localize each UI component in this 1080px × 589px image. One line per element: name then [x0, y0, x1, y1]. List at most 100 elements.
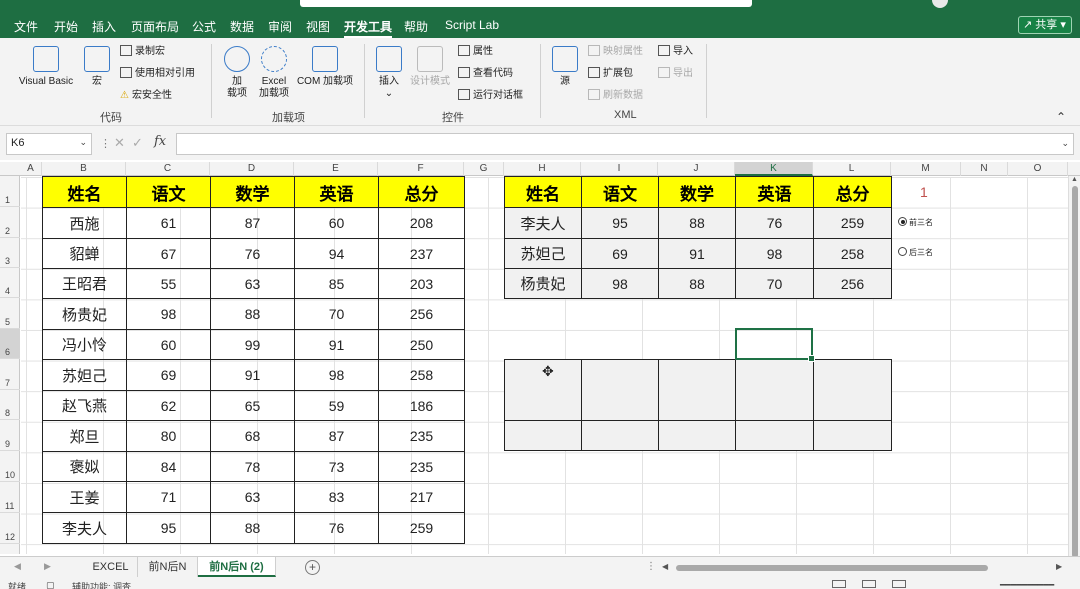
confirm-icon[interactable]: ✓	[132, 135, 143, 151]
row-header-6[interactable]: 6	[0, 329, 20, 359]
row-header-7[interactable]: 7	[0, 359, 20, 390]
row-header-8[interactable]: 8	[0, 390, 20, 420]
score-cell[interactable]: 67	[126, 238, 211, 269]
score-cell[interactable]: 98	[126, 298, 211, 330]
expansion-packs-button[interactable]: 扩展包	[588, 67, 633, 81]
add-sheet-button[interactable]: +	[305, 560, 320, 575]
column-header-cell[interactable]: 英语	[735, 176, 814, 208]
name-cell[interactable]: 褒姒	[42, 451, 127, 482]
page-layout-view-icon[interactable]	[862, 580, 876, 588]
row-header-1[interactable]: 1	[0, 176, 20, 207]
score-cell[interactable]: 69	[126, 359, 211, 391]
page-break-view-icon[interactable]	[892, 580, 906, 588]
score-cell[interactable]: 203	[378, 268, 465, 299]
insert-control-button[interactable]: 插入 ⌄	[374, 46, 404, 100]
score-cell[interactable]: 84	[126, 451, 211, 482]
score-cell[interactable]: 65	[210, 390, 295, 421]
name-cell[interactable]: 苏妲己	[504, 238, 582, 269]
column-header-o[interactable]: O	[1008, 162, 1068, 176]
name-cell[interactable]: 王昭君	[42, 268, 127, 299]
score-cell[interactable]: 256	[378, 298, 465, 330]
score-cell[interactable]: 71	[126, 481, 211, 513]
sheet-tab-topn-bottomn-2[interactable]: 前N后N (2)	[198, 557, 276, 577]
row-header-10[interactable]: 10	[0, 451, 20, 482]
score-cell[interactable]: 235	[378, 451, 465, 482]
column-header-cell[interactable]: 语文	[126, 176, 211, 208]
xml-source-button[interactable]: 源	[550, 46, 580, 88]
name-cell[interactable]: 苏妲己	[42, 359, 127, 391]
score-cell[interactable]: 88	[658, 268, 736, 299]
scroll-left-icon[interactable]: ◀	[662, 562, 668, 571]
name-cell[interactable]: 冯小怜	[42, 329, 127, 360]
score-cell[interactable]: 78	[210, 451, 295, 482]
search-box[interactable]	[300, 0, 752, 7]
account-avatar[interactable]	[932, 0, 948, 8]
chevron-down-icon[interactable]: ⌄	[79, 137, 87, 148]
menu-view[interactable]: 视图	[306, 18, 330, 35]
score-cell[interactable]: 63	[210, 268, 295, 299]
formula-input[interactable]: ⌄	[176, 133, 1074, 155]
menu-data[interactable]: 数据	[230, 18, 254, 35]
score-cell[interactable]: 237	[378, 238, 465, 269]
score-cell[interactable]: 95	[581, 207, 659, 239]
visual-basic-button[interactable]: Visual Basic	[14, 46, 78, 88]
expand-formula-icon[interactable]: ⌄	[1061, 138, 1069, 149]
score-cell[interactable]: 95	[126, 512, 211, 544]
vertical-scrollbar[interactable]: ▲	[1068, 176, 1080, 558]
row-header-5[interactable]: 5	[0, 298, 20, 329]
properties-button[interactable]: 属性	[458, 45, 493, 59]
score-cell[interactable]: 61	[126, 207, 211, 239]
normal-view-icon[interactable]	[832, 580, 846, 588]
insert-function-icon[interactable]: fx	[154, 134, 166, 149]
menu-help[interactable]: 帮助	[404, 18, 428, 35]
column-header-f[interactable]: F	[378, 162, 464, 176]
excel-addins-button[interactable]: Excel 加载项	[256, 46, 292, 100]
sheet-tab-topn-bottomn[interactable]: 前N后N	[138, 557, 198, 577]
column-header-i[interactable]: I	[581, 162, 658, 176]
score-cell[interactable]: 60	[294, 207, 379, 239]
addins-button[interactable]: 加 载项	[222, 46, 252, 100]
table-cell[interactable]	[658, 420, 736, 451]
relative-reference-button[interactable]: 使用相对引用	[120, 67, 195, 81]
column-header-cell[interactable]: 数学	[658, 176, 736, 208]
macro-security-button[interactable]: ⚠ 宏安全性	[120, 89, 172, 103]
column-header-b[interactable]: B	[42, 162, 126, 176]
name-cell[interactable]: 李夫人	[504, 207, 582, 239]
column-header-c[interactable]: C	[126, 162, 210, 176]
menu-home[interactable]: 开始	[54, 18, 78, 35]
score-cell[interactable]: 217	[378, 481, 465, 513]
name-cell[interactable]: 李夫人	[42, 512, 127, 544]
refresh-data-button[interactable]: 刷新数据	[588, 89, 643, 103]
score-cell[interactable]: 186	[378, 390, 465, 421]
score-cell[interactable]: 87	[210, 207, 295, 239]
table-cell[interactable]	[658, 359, 736, 421]
horizontal-scroll-thumb[interactable]	[676, 565, 988, 571]
view-code-button[interactable]: 查看代码	[458, 67, 513, 81]
score-cell[interactable]: 59	[294, 390, 379, 421]
score-cell[interactable]: 55	[126, 268, 211, 299]
score-cell[interactable]: 99	[210, 329, 295, 360]
column-header-n[interactable]: N	[961, 162, 1008, 176]
row-header-4[interactable]: 4	[0, 268, 20, 298]
score-cell[interactable]: 91	[294, 329, 379, 360]
score-cell[interactable]: 68	[210, 420, 295, 452]
score-cell[interactable]: 256	[813, 268, 892, 299]
row-header-2[interactable]: 2	[0, 207, 20, 238]
com-addins-button[interactable]: COM 加载项	[294, 46, 356, 88]
map-properties-button[interactable]: 映射属性	[588, 45, 643, 59]
row-header-9[interactable]: 9	[0, 420, 20, 451]
table-cell[interactable]	[813, 420, 892, 451]
score-cell[interactable]: 259	[813, 207, 892, 239]
radio-bottom-three[interactable]: 后三名	[898, 247, 933, 258]
column-header-k[interactable]: K	[735, 162, 813, 176]
next-sheet-icon[interactable]: ▶	[44, 561, 51, 572]
score-cell[interactable]: 70	[735, 268, 814, 299]
score-cell[interactable]: 88	[210, 298, 295, 330]
column-header-cell[interactable]: 总分	[813, 176, 892, 208]
name-cell[interactable]: 杨贵妃	[42, 298, 127, 330]
score-cell[interactable]: 94	[294, 238, 379, 269]
table-cell[interactable]	[735, 359, 814, 421]
column-header-cell[interactable]: 姓名	[42, 176, 127, 208]
score-cell[interactable]: 98	[294, 359, 379, 391]
column-header-cell[interactable]: 英语	[294, 176, 379, 208]
